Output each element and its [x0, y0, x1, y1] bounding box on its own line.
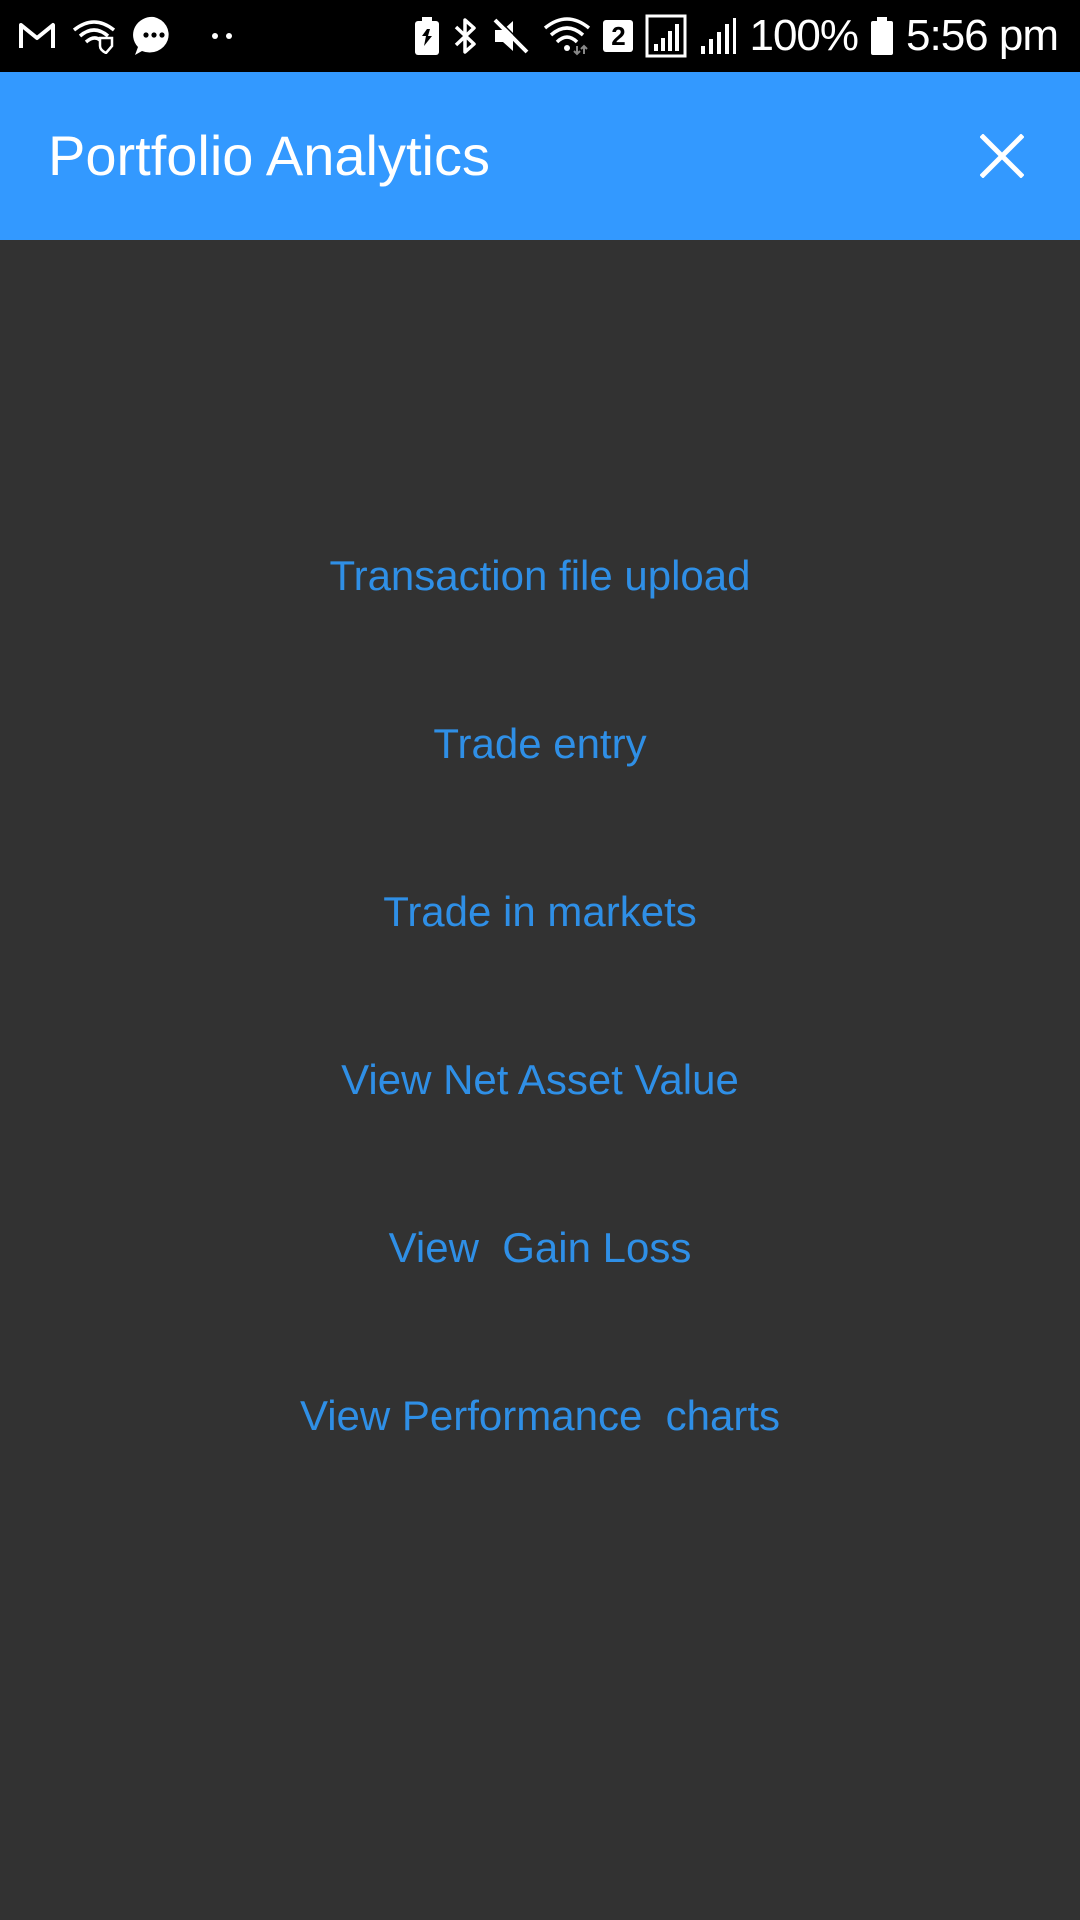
signal-icon-2 [699, 0, 737, 72]
gmail-icon [18, 0, 56, 72]
sim-badge: 2 [603, 20, 634, 52]
status-bar: 2 100% 5:56 pm [0, 0, 1080, 72]
app-bar: Portfolio Analytics [0, 72, 1080, 240]
page-title: Portfolio Analytics [48, 124, 490, 187]
battery-saver-icon [413, 0, 441, 72]
clock: 5:56 pm [906, 11, 1059, 60]
signal-icon [645, 0, 687, 72]
bluetooth-icon [453, 0, 479, 72]
menu-item-view-net-asset-value[interactable]: View Net Asset Value [0, 1050, 1080, 1110]
battery-icon [870, 0, 894, 72]
wifi-shield-icon [72, 0, 116, 72]
menu-item-view-gain-loss[interactable]: View Gain Loss [0, 1218, 1080, 1278]
menu-item-transaction-file-upload[interactable]: Transaction file upload [0, 546, 1080, 606]
messages-icon [132, 0, 176, 72]
menu-item-trade-entry[interactable]: Trade entry [0, 714, 1080, 774]
wifi-icon [543, 0, 591, 72]
status-left-icons [18, 0, 236, 72]
close-button[interactable] [968, 122, 1036, 190]
more-dots-icon [210, 0, 236, 72]
app-screen: 2 100% 5:56 pm Portfolio Analytics Trans… [0, 0, 1080, 1920]
menu-item-view-performance-charts[interactable]: View Performance charts [0, 1386, 1080, 1446]
battery-percent: 100% [749, 11, 859, 60]
close-icon [980, 134, 1024, 178]
menu-item-trade-in-markets[interactable]: Trade in markets [0, 882, 1080, 942]
mute-icon [491, 0, 531, 72]
status-right-icons: 2 100% 5:56 pm [413, 0, 1059, 72]
